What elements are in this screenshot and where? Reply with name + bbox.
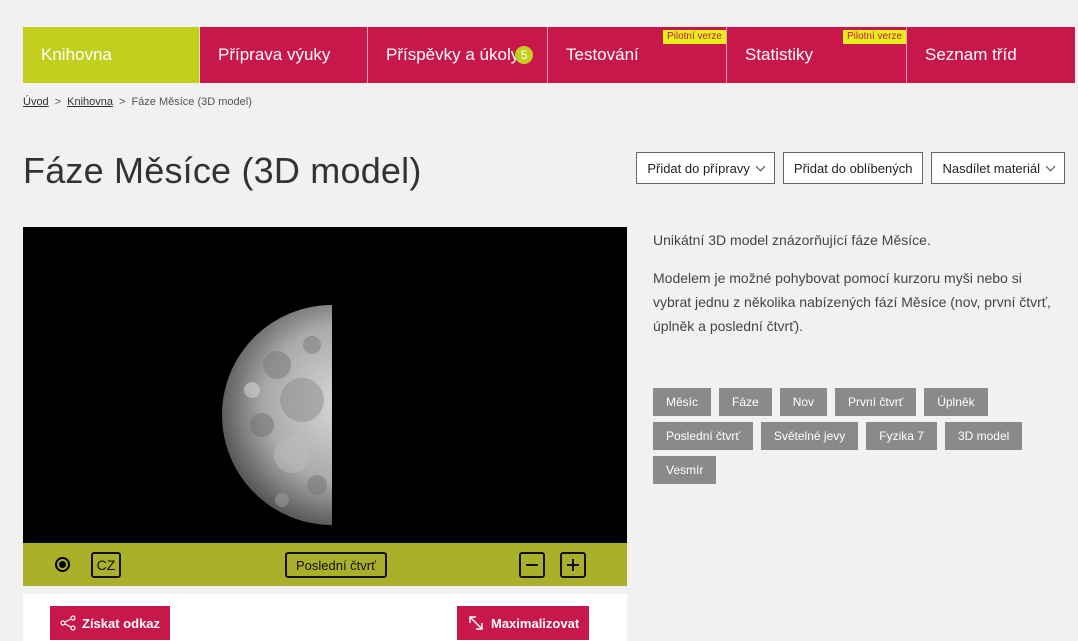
nav-item-label: Knihovna: [41, 45, 112, 64]
moon-model-image: [222, 305, 332, 525]
zoom-in-button[interactable]: [560, 552, 586, 578]
nav-item-label: Příspěvky a úkoly: [386, 45, 520, 64]
breadcrumb-separator: >: [119, 96, 126, 108]
nav-item-knihovna[interactable]: Knihovna: [23, 27, 200, 83]
nav-item-testovani[interactable]: Testování Pilotní verze: [548, 27, 727, 83]
expand-arrow-icon: [469, 616, 483, 630]
tag-item[interactable]: Fyzika 7: [866, 422, 937, 450]
breadcrumb-current: Fáze Měsíce (3D model): [131, 96, 252, 108]
tag-item[interactable]: Světelné jevy: [760, 422, 859, 450]
minus-icon: [526, 564, 538, 566]
nav-item-label: Seznam tříd: [925, 45, 1017, 64]
description-paragraph: Unikátní 3D model znázorňující fáze Měsí…: [653, 232, 931, 248]
maximize-button[interactable]: Maximalizovat: [457, 606, 590, 640]
notification-badge: 5: [515, 46, 534, 64]
tag-item[interactable]: Fáze: [719, 388, 772, 416]
pilot-badge: Pilotní verze: [662, 30, 726, 44]
nav-item-label: Statistiky: [745, 45, 814, 64]
pilot-badge: Pilotní verze: [842, 30, 906, 44]
add-to-favorites-button[interactable]: Přidat do oblíbených: [782, 152, 924, 184]
maximize-label: Maximalizovat: [491, 615, 580, 631]
language-button[interactable]: CZ: [91, 552, 121, 578]
description-paragraph: Modelem je možné pohybovat pomocí kurzor…: [653, 270, 1051, 334]
add-to-preparation-button[interactable]: Přidat do přípravy: [636, 152, 775, 184]
add-to-favorites-label: Přidat do oblíbených: [793, 160, 913, 176]
nav-item-priprava-vyuky[interactable]: Příprava výuky: [200, 27, 368, 83]
tag-item[interactable]: 3D model: [944, 422, 1023, 450]
tag-item[interactable]: Měsíc: [653, 388, 712, 416]
page-title: Fáze Měsíce (3D model): [23, 150, 422, 191]
chevron-down-icon: [1045, 161, 1056, 171]
action-buttons: Přidat do přípravy Přidat do oblíbených …: [636, 152, 1065, 184]
share-material-label: Nasdílet materiál: [942, 160, 1040, 176]
tag-item[interactable]: Nov: [779, 388, 828, 416]
nav-item-statistiky[interactable]: Statistiky Pilotní verze: [727, 27, 907, 83]
chevron-down-icon: [755, 161, 766, 171]
add-to-preparation-label: Přidat do přípravy: [647, 160, 750, 176]
nav-item-seznam-trid[interactable]: Seznam tříd: [907, 27, 1075, 83]
moon-3d-viewer[interactable]: [23, 227, 627, 543]
plus-icon: [567, 559, 579, 571]
zoom-out-button[interactable]: [519, 552, 545, 578]
viewer-controls: CZ Poslední čtvrť: [23, 543, 627, 586]
get-link-label: Získat odkaz: [82, 615, 161, 631]
tag-item[interactable]: Vesmír: [653, 456, 717, 484]
breadcrumb: Úvod > Knihovna > Fáze Měsíce (3D model): [23, 96, 252, 108]
get-link-button[interactable]: Získat odkaz: [50, 606, 171, 640]
tag-list: Měsíc Fáze Nov První čtvrť Úplněk Posled…: [653, 388, 1073, 484]
phase-select-button[interactable]: Poslední čtvrť: [285, 552, 387, 578]
tag-item[interactable]: Poslední čtvrť: [653, 422, 753, 450]
viewer-bottom-bar: Získat odkaz Maximalizovat: [23, 594, 627, 641]
tag-item[interactable]: Úplněk: [924, 388, 988, 416]
material-description: Unikátní 3D model znázorňující fáze Měsí…: [653, 228, 1061, 352]
share-icon: [60, 615, 76, 631]
breadcrumb-library-link[interactable]: Knihovna: [67, 96, 113, 108]
share-material-button[interactable]: Nasdílet materiál: [931, 152, 1065, 184]
nav-item-label: Testování: [566, 45, 639, 64]
rotate-radio-button[interactable]: [55, 557, 70, 572]
main-nav: Knihovna Příprava výuky Příspěvky a úkol…: [23, 27, 1075, 83]
breadcrumb-separator: >: [54, 96, 62, 108]
nav-item-label: Příprava výuky: [218, 45, 331, 64]
nav-item-prispevky[interactable]: Příspěvky a úkoly 5: [368, 27, 548, 83]
tag-item[interactable]: První čtvrť: [835, 388, 917, 416]
breadcrumb-home-link[interactable]: Úvod: [23, 96, 49, 108]
